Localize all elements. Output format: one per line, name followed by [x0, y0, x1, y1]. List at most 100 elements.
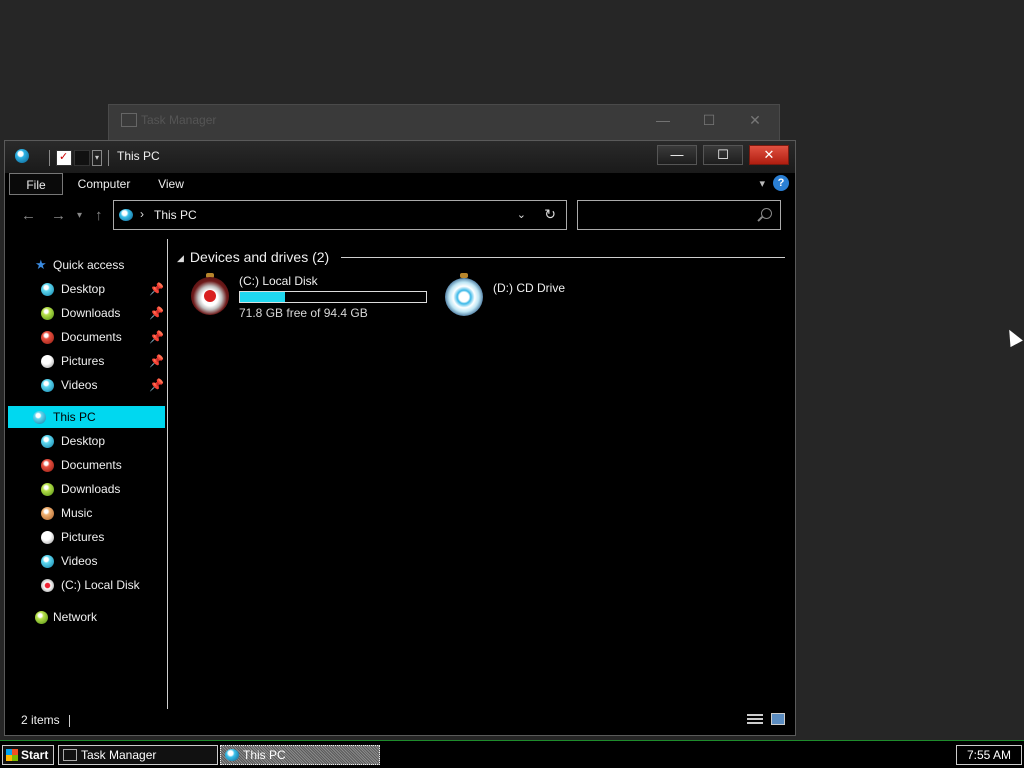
task-manager-icon: [121, 113, 137, 127]
nav-item-label: Documents: [61, 458, 122, 472]
documents-icon: [41, 459, 54, 472]
tab-computer[interactable]: Computer: [69, 173, 139, 195]
large-icons-view-icon[interactable]: [771, 713, 785, 725]
customize-toolbar-dropdown-icon[interactable]: ▾: [92, 150, 102, 166]
recent-locations-chevron-icon[interactable]: ▾: [77, 210, 82, 221]
address-bar[interactable]: › This PC ⌄ ↻: [113, 200, 567, 230]
breadcrumb-this-pc[interactable]: This PC: [154, 208, 197, 222]
close-button[interactable]: ✕: [749, 145, 789, 165]
pin-icon[interactable]: 📌: [149, 326, 164, 348]
pin-icon[interactable]: 📌: [149, 374, 164, 396]
hard-drive-icon[interactable]: [191, 273, 229, 315]
disc-icon: [445, 278, 483, 316]
nav-item-label: Downloads: [61, 306, 121, 320]
cd-drive-icon[interactable]: [445, 273, 483, 317]
this-pc-icon[interactable]: [15, 149, 29, 163]
desktop-icon: [41, 435, 54, 448]
pane-divider[interactable]: [167, 239, 168, 709]
taskbar-button-task-manager[interactable]: Task Manager: [58, 745, 218, 765]
nav-item-this-pc[interactable]: This PC: [8, 406, 165, 428]
taskbar-button-this-pc[interactable]: This PC: [220, 745, 380, 765]
drive-c-name[interactable]: (C:) Local Disk: [239, 274, 318, 288]
drive-c-usage-bar: [239, 291, 427, 303]
windows-logo-icon: [6, 749, 18, 761]
taskbar-button-label: This PC: [243, 748, 286, 762]
help-icon[interactable]: ?: [773, 175, 789, 191]
navigation-pane: ★ Quick access Desktop 📌 Downloads 📌 Doc…: [5, 239, 167, 709]
maximize-button[interactable]: ☐: [703, 145, 743, 165]
group-divider: [341, 257, 785, 258]
group-header-devices[interactable]: ◢ Devices and drives (2): [177, 249, 329, 265]
nav-item-pc-documents[interactable]: Documents: [5, 454, 165, 476]
star-icon: ★: [35, 257, 47, 272]
nav-item-label: (C:) Local Disk: [61, 578, 140, 592]
nav-item-quick-pictures[interactable]: Pictures 📌: [5, 350, 165, 372]
nav-item-label: Quick access: [53, 258, 125, 272]
pin-icon[interactable]: 📌: [149, 302, 164, 324]
nav-item-network[interactable]: Network: [5, 606, 165, 628]
nav-item-label: Videos: [61, 378, 98, 392]
tab-file[interactable]: File: [9, 173, 63, 195]
nav-item-label: Desktop: [61, 434, 106, 448]
nav-item-quick-downloads[interactable]: Downloads 📌: [5, 302, 165, 324]
drive-d-name[interactable]: (D:) CD Drive: [493, 281, 565, 295]
toolbar-separator: [108, 150, 109, 166]
nav-item-label: Videos: [61, 554, 98, 568]
pin-icon[interactable]: 📌: [149, 350, 164, 372]
start-button[interactable]: Start: [2, 745, 54, 765]
search-input[interactable]: [577, 200, 781, 230]
address-dropdown-icon[interactable]: ⌄: [517, 208, 526, 221]
group-header-label: Devices and drives (2): [189, 249, 330, 265]
task-manager-icon: [63, 749, 77, 761]
title-bar[interactable]: ▾ This PC — ☐ ✕: [5, 141, 795, 173]
nav-item-label: Pictures: [61, 354, 105, 368]
taskbar-clock[interactable]: 7:55 AM: [956, 745, 1022, 765]
refresh-icon[interactable]: ↻: [544, 206, 556, 223]
minimize-button[interactable]: —: [657, 145, 697, 165]
maximize-icon[interactable]: ☐: [689, 109, 729, 131]
videos-icon: [41, 555, 54, 568]
back-arrow-icon[interactable]: ←: [21, 207, 36, 224]
window-title: This PC: [117, 149, 160, 163]
properties-icon[interactable]: [56, 150, 72, 166]
collapse-triangle-icon[interactable]: ◢: [177, 253, 184, 263]
nav-item-pc-downloads[interactable]: Downloads: [5, 478, 165, 500]
taskbar-button-label: Task Manager: [81, 748, 157, 762]
details-view-icon[interactable]: [747, 714, 763, 726]
minimize-icon[interactable]: —: [643, 109, 683, 131]
pictures-icon: [41, 355, 54, 368]
close-icon[interactable]: ✕: [735, 109, 775, 131]
nav-item-quick-documents[interactable]: Documents 📌: [5, 326, 165, 348]
taskbar: Start Task Manager This PC 7:55 AM: [0, 740, 1024, 768]
downloads-icon: [41, 307, 54, 320]
nav-item-pc-music[interactable]: Music: [5, 502, 165, 524]
breadcrumb-chevron-icon[interactable]: ›: [140, 207, 144, 221]
new-folder-icon[interactable]: [74, 150, 90, 166]
search-icon: [761, 208, 772, 219]
up-arrow-icon[interactable]: ↑: [95, 207, 103, 224]
forward-arrow-icon[interactable]: →: [51, 207, 66, 224]
toolbar-separator: [49, 150, 50, 166]
this-pc-icon: [33, 411, 46, 424]
task-manager-window-background[interactable]: Task Manager — ☐ ✕: [108, 104, 780, 144]
tab-view[interactable]: View: [151, 173, 191, 195]
navigation-bar: ← → ▾ ↑ › This PC ⌄ ↻: [5, 199, 795, 233]
local-disk-icon: [41, 579, 54, 592]
status-item-count: 2 items: [21, 713, 60, 727]
expand-ribbon-chevron-icon[interactable]: ▾: [759, 177, 765, 190]
nav-item-quick-videos[interactable]: Videos 📌: [5, 374, 165, 396]
pin-icon[interactable]: 📌: [149, 278, 164, 300]
nav-item-pc-pictures[interactable]: Pictures: [5, 526, 165, 548]
nav-item-pc-videos[interactable]: Videos: [5, 550, 165, 572]
nav-item-label: Documents: [61, 330, 122, 344]
nav-item-label: Desktop: [61, 282, 106, 296]
drive-c-usage-fill: [240, 292, 285, 302]
nav-item-quick-desktop[interactable]: Desktop 📌: [5, 278, 165, 300]
drive-c-free-space: 71.8 GB free of 94.4 GB: [239, 306, 368, 320]
nav-item-quick-access[interactable]: ★ Quick access: [5, 254, 165, 276]
explorer-window: ▾ This PC — ☐ ✕ File Computer View ▾ ? ←…: [4, 140, 796, 736]
drive-center-icon: [204, 290, 216, 302]
nav-item-pc-local-disk[interactable]: (C:) Local Disk: [5, 574, 165, 596]
downloads-icon: [41, 483, 54, 496]
nav-item-pc-desktop[interactable]: Desktop: [5, 430, 165, 452]
